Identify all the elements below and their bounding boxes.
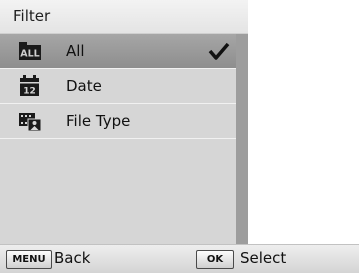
title-bar: Filter: [0, 0, 248, 34]
file-type-icon: [19, 113, 42, 132]
scrollbar-thumb[interactable]: [236, 34, 248, 244]
all-icon-text: ALL: [20, 49, 39, 60]
filter-option-file-type[interactable]: File Type: [0, 104, 236, 139]
back-label: Back: [54, 249, 91, 267]
filter-screen: Filter ALL All 12 Date File Type MENU Ba…: [0, 0, 359, 273]
filter-menu-panel: Filter ALL All 12 Date File Type: [0, 0, 248, 244]
checkmark-icon: [208, 42, 230, 60]
calendar-icon-text: 12: [23, 87, 36, 97]
calendar-icon: 12: [20, 75, 39, 97]
page-title: Filter: [13, 7, 51, 25]
filter-option-label: File Type: [66, 112, 131, 130]
filter-option-label: Date: [66, 77, 102, 95]
ok-button[interactable]: OK: [196, 250, 234, 269]
menu-button[interactable]: MENU: [6, 250, 52, 269]
filter-option-all[interactable]: ALL All: [0, 34, 236, 69]
filter-option-label: All: [66, 42, 85, 60]
scrollbar[interactable]: [236, 34, 248, 244]
button-guide-bar: MENU Back OK Select: [0, 244, 359, 273]
filter-option-date[interactable]: 12 Date: [0, 69, 236, 104]
all-files-icon: ALL: [19, 42, 41, 60]
select-label: Select: [240, 249, 287, 267]
filter-options-list: ALL All 12 Date File Type: [0, 34, 236, 244]
